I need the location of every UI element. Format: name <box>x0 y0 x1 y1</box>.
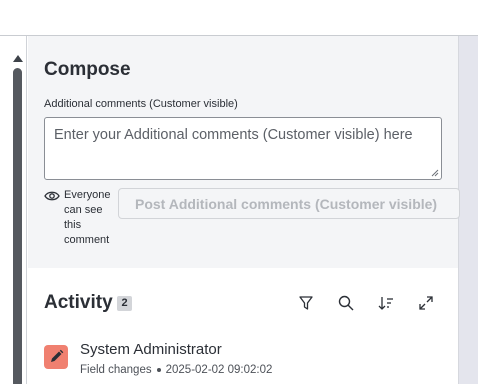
visibility-note: Everyone can see this comment <box>64 189 111 246</box>
additional-comments-label: Additional comments (Customer visible) <box>44 98 238 110</box>
activity-entry-meta: Field changes 2025-02-02 09:02:02 <box>80 364 272 376</box>
expand-icon[interactable] <box>417 294 435 312</box>
post-comment-button[interactable]: Post Additional comments (Customer visib… <box>118 188 460 219</box>
resize-grip-icon[interactable] <box>431 169 439 177</box>
compose-title: Compose <box>44 59 131 80</box>
scrollbar-thumb[interactable] <box>13 68 22 384</box>
pencil-icon <box>51 349 64 362</box>
activity-author: System Administrator <box>80 341 222 358</box>
search-icon[interactable] <box>337 294 355 312</box>
activity-count-badge: 2 <box>117 296 132 311</box>
top-bar <box>0 0 478 36</box>
eye-icon <box>44 191 60 201</box>
textarea-placeholder: Enter your Additional comments (Customer… <box>54 127 413 143</box>
separator-dot <box>156 367 161 372</box>
scroll-up-arrow-icon[interactable] <box>13 55 23 62</box>
sort-icon[interactable] <box>377 294 395 312</box>
additional-comments-textarea[interactable]: Enter your Additional comments (Customer… <box>44 117 442 180</box>
activity-title: Activity <box>44 292 113 313</box>
filter-icon[interactable] <box>297 294 315 312</box>
activity-timestamp: 2025-02-02 09:02:02 <box>165 364 273 376</box>
activity-entry-type: Field changes <box>80 364 152 376</box>
right-side-strip <box>458 36 478 384</box>
activity-avatar <box>44 345 68 369</box>
app-window: Compose Additional comments (Customer vi… <box>0 0 478 384</box>
